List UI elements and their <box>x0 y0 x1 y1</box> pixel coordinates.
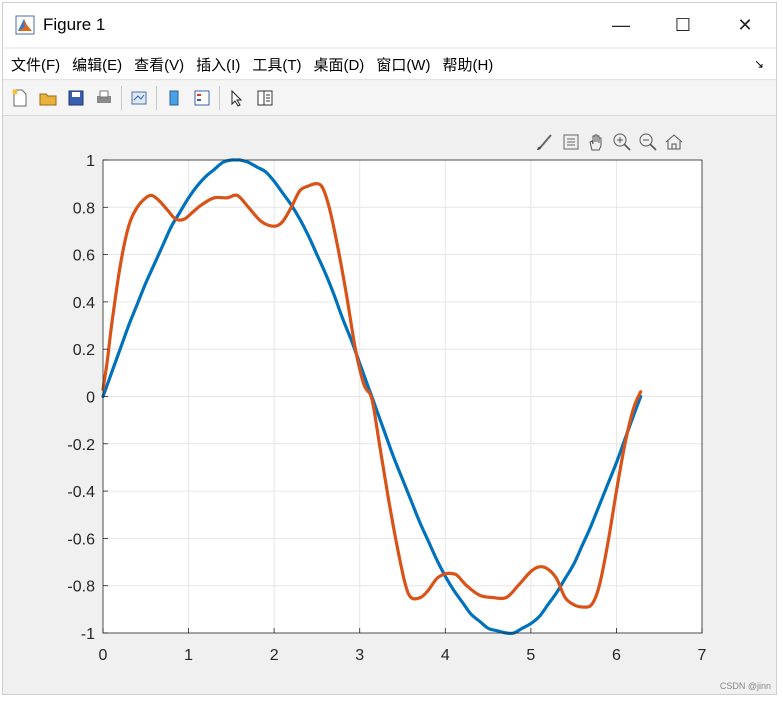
y-axis: -1 -0.8 -0.6 -0.4 -0.2 0 0.2 0.4 0.6 0.8 1 <box>67 153 108 643</box>
y-tick-label: -0.8 <box>67 579 95 596</box>
y-tick-label: 0.4 <box>73 295 95 312</box>
x-tick-label: 6 <box>612 647 621 664</box>
pan-icon[interactable] <box>585 131 607 153</box>
y-tick-label: 0.2 <box>73 342 95 359</box>
y-tick-label: 0 <box>86 390 95 407</box>
y-tick-label: -0.6 <box>67 531 95 548</box>
x-tick-label: 5 <box>526 647 535 664</box>
x-tick-label: 1 <box>184 647 193 664</box>
x-tick-label: 2 <box>270 647 279 664</box>
y-tick-label: -0.2 <box>67 437 95 454</box>
y-tick-label: 1 <box>86 153 95 170</box>
axes-toolbar <box>533 131 685 153</box>
y-tick-label: 0.6 <box>73 248 95 265</box>
brush-icon[interactable] <box>533 131 555 153</box>
x-tick-label: 7 <box>698 647 707 664</box>
zoom-in-icon[interactable] <box>611 131 633 153</box>
y-tick-label: -0.4 <box>67 484 95 501</box>
home-icon[interactable] <box>663 131 685 153</box>
watermark: CSDN @jinn <box>719 681 771 691</box>
data-tips-icon[interactable] <box>559 131 581 153</box>
zoom-out-icon[interactable] <box>637 131 659 153</box>
y-tick-label: 0.8 <box>73 200 95 217</box>
y-tick-label: -1 <box>81 626 95 643</box>
x-tick-label: 4 <box>441 647 450 664</box>
x-tick-label: 0 <box>99 647 108 664</box>
plot-canvas: 0 1 2 3 4 5 6 7 -1 -0.8 -0.6 -0.4 -0.2 0 0.2 0.4 0.6 0.8… <box>67 153 707 664</box>
x-tick-label: 3 <box>355 647 364 664</box>
